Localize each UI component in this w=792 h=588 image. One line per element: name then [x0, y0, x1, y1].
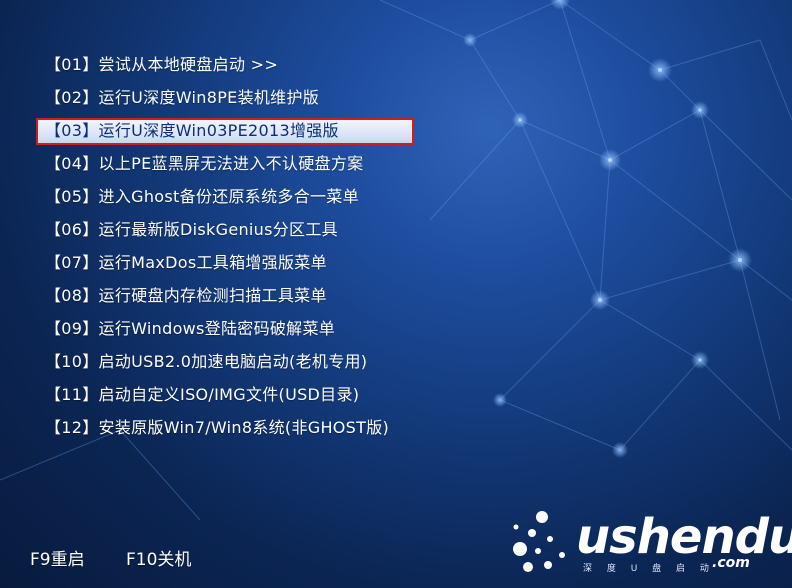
menu-item-10[interactable]: 【10】启动USB2.0加速电脑启动(老机专用) — [45, 348, 465, 381]
menu-item-03-selected[interactable]: 【03】运行U深度Win03PE2013增强版 — [36, 117, 465, 150]
menu-item-04[interactable]: 【04】以上PE蓝黑屏无法进入不认硬盘方案 — [45, 150, 465, 183]
menu-item-07[interactable]: 【07】运行MaxDos工具箱增强版菜单 — [45, 249, 465, 282]
menu-item-label: 【02】运行U深度Win8PE装机维护版 — [45, 88, 320, 107]
logo-tagline: 深 度 U 盘 启 动 — [583, 564, 715, 574]
menu-item-label: 【03】运行U深度Win03PE2013增强版 — [45, 121, 339, 140]
menu-item-label: 【07】运行MaxDos工具箱增强版菜单 — [45, 253, 327, 272]
menu-item-02[interactable]: 【02】运行U深度Win8PE装机维护版 — [45, 84, 465, 117]
menu-item-label: 【09】运行Windows登陆密码破解菜单 — [45, 319, 336, 338]
menu-item-09[interactable]: 【09】运行Windows登陆密码破解菜单 — [45, 315, 465, 348]
menu-item-label: 【10】启动USB2.0加速电脑启动(老机专用) — [45, 352, 368, 371]
menu-item-05[interactable]: 【05】进入Ghost备份还原系统多合一菜单 — [45, 183, 465, 216]
logo-dots-icon — [513, 511, 565, 572]
footer-hotkeys: F9重启 F10关机 — [30, 545, 227, 570]
menu-item-label: 【11】启动自定义ISO/IMG文件(USD目录) — [45, 385, 360, 404]
menu-item-label: 【06】运行最新版DiskGenius分区工具 — [45, 220, 338, 239]
boot-menu: 【01】尝试从本地硬盘启动 >> 【02】运行U深度Win8PE装机维护版 【0… — [36, 51, 465, 447]
menu-item-12[interactable]: 【12】安装原版Win7/Win8系统(非GHOST版) — [45, 414, 465, 447]
menu-item-label: 【04】以上PE蓝黑屏无法进入不认硬盘方案 — [45, 154, 364, 173]
ushendu-logo: ushendu .com 深 度 U 盘 启 动 — [510, 505, 792, 579]
shutdown-hotkey[interactable]: F10关机 — [126, 545, 191, 570]
menu-item-01[interactable]: 【01】尝试从本地硬盘启动 >> — [45, 51, 465, 84]
menu-item-label: 【12】安装原版Win7/Win8系统(非GHOST版) — [45, 418, 390, 437]
logo-domain: .com — [712, 555, 750, 571]
menu-item-08[interactable]: 【08】运行硬盘内存检测扫描工具菜单 — [45, 282, 465, 315]
restart-hotkey[interactable]: F9重启 — [30, 545, 85, 570]
menu-item-label: 【01】尝试从本地硬盘启动 >> — [45, 55, 279, 74]
menu-item-06[interactable]: 【06】运行最新版DiskGenius分区工具 — [45, 216, 465, 249]
menu-item-11[interactable]: 【11】启动自定义ISO/IMG文件(USD目录) — [45, 381, 465, 414]
logo-wordmark: ushendu — [576, 509, 792, 565]
menu-item-label: 【05】进入Ghost备份还原系统多合一菜单 — [45, 187, 359, 206]
menu-item-label: 【08】运行硬盘内存检测扫描工具菜单 — [45, 286, 327, 305]
